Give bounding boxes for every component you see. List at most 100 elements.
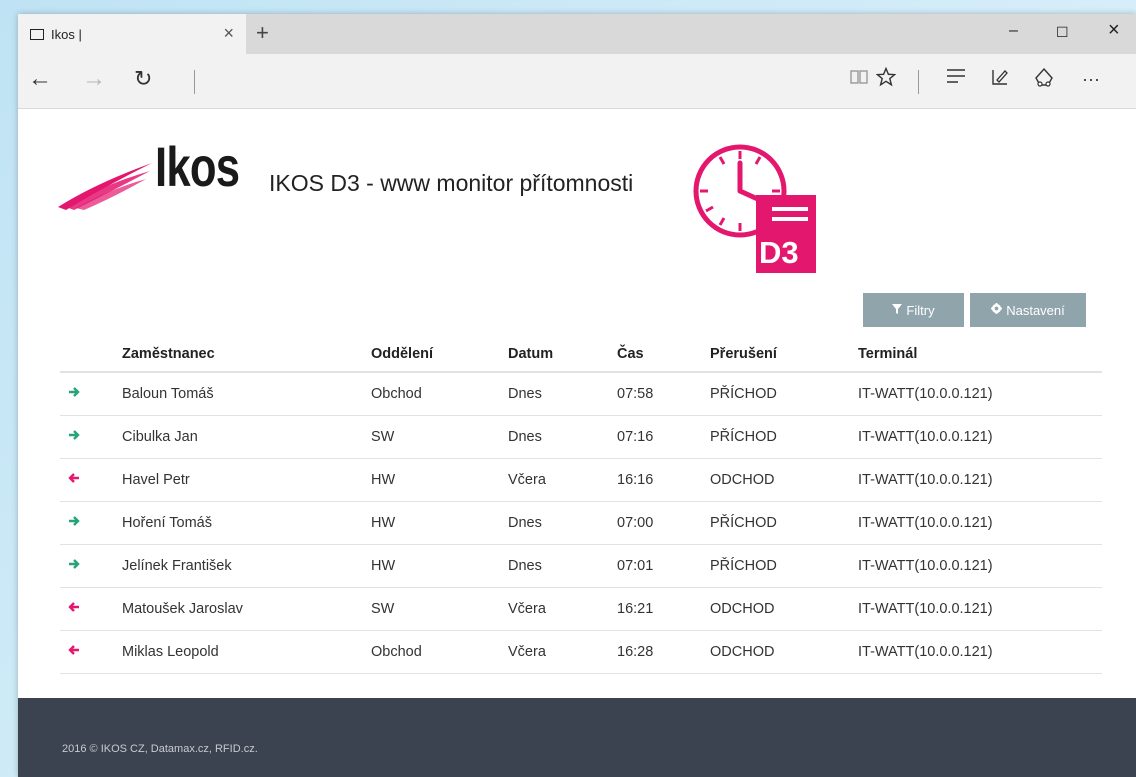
- cell-department: HW: [370, 544, 507, 588]
- cell-terminal: IT-WATT(10.0.0.121): [857, 544, 1102, 588]
- cell-department: HW: [370, 458, 507, 502]
- cell-time: 16:16: [616, 458, 709, 502]
- column-header-interruption[interactable]: Přerušení: [709, 336, 857, 373]
- table-row[interactable]: Miklas Leopold Obchod Včera 16:28 ODCHOD IT-W…: [60, 630, 1102, 674]
- tab-title: Ikos |: [51, 26, 82, 42]
- cell-date: Dnes: [507, 372, 616, 416]
- cell-date: Včera: [507, 587, 616, 631]
- filter-icon: [892, 303, 903, 317]
- maximize-icon[interactable]: ☐: [1056, 24, 1069, 41]
- table-body: Baloun Tomáš Obchod Dnes 07:58 PŘÍCHOD IT-WAT…: [60, 372, 1102, 674]
- settings-label: Nastavení: [1006, 302, 1065, 318]
- ikos-logo-text: Ikos: [155, 135, 240, 198]
- cell-time: 07:58: [616, 372, 709, 416]
- cell-interruption: ODCHOD: [709, 458, 857, 502]
- table-header-row: Zaměstnanec Oddělení Datum Čas Přerušení…: [60, 336, 1102, 373]
- minimize-icon[interactable]: –: [1009, 22, 1018, 40]
- tab-strip: Ikos | × + – ☐ ×: [18, 14, 1136, 54]
- departure-arrow-icon: [60, 458, 121, 502]
- cell-department: Obchod: [370, 372, 507, 416]
- cell-interruption: ODCHOD: [709, 630, 857, 674]
- reading-view-icon[interactable]: [850, 67, 868, 91]
- cell-employee: Miklas Leopold: [121, 630, 370, 674]
- cell-interruption: PŘÍCHOD: [709, 415, 857, 459]
- footer-copyright: 2016 © IKOS CZ, Datamax.cz, RFID.cz.: [62, 743, 258, 755]
- hub-icon[interactable]: [946, 67, 966, 91]
- cell-time: 07:00: [616, 501, 709, 545]
- table-row[interactable]: Matoušek Jaroslav SW Včera 16:21 ODCHOD IT-WA…: [60, 587, 1102, 631]
- cell-interruption: PŘÍCHOD: [709, 544, 857, 588]
- column-header-terminal[interactable]: Terminál: [857, 336, 1102, 373]
- cell-terminal: IT-WATT(10.0.0.121): [857, 501, 1102, 545]
- column-header-employee[interactable]: Zaměstnanec: [121, 336, 370, 373]
- cell-terminal: IT-WATT(10.0.0.121): [857, 415, 1102, 459]
- footer: 2016 © IKOS CZ, Datamax.cz, RFID.cz.: [18, 698, 1136, 777]
- new-tab-icon[interactable]: +: [256, 20, 269, 46]
- d3-clock-logo: D3: [686, 137, 818, 282]
- filter-label: Filtry: [906, 302, 935, 318]
- web-note-icon[interactable]: [990, 67, 1010, 93]
- table-row[interactable]: Jelínek František HW Dnes 07:01 PŘÍCHOD IT-WA…: [60, 544, 1102, 588]
- column-header-date[interactable]: Datum: [507, 336, 616, 373]
- browser-window: Ikos | × + – ☐ × ← → ↻ ··· Ikos IKOS D3 …: [18, 14, 1136, 777]
- cell-employee: Matoušek Jaroslav: [121, 587, 370, 631]
- table-row[interactable]: Baloun Tomáš Obchod Dnes 07:58 PŘÍCHOD IT-WAT…: [60, 372, 1102, 416]
- attendance-table: Zaměstnanec Oddělení Datum Čas Přerušení…: [60, 336, 1102, 674]
- departure-arrow-icon: [60, 587, 121, 631]
- share-icon[interactable]: [1034, 67, 1054, 93]
- arrival-arrow-icon: [60, 544, 121, 588]
- close-window-icon[interactable]: ×: [1108, 19, 1120, 42]
- cell-interruption: PŘÍCHOD: [709, 501, 857, 545]
- browser-tab[interactable]: Ikos | ×: [18, 14, 246, 54]
- arrival-arrow-icon: [69, 559, 80, 569]
- cell-time: 07:01: [616, 544, 709, 588]
- cell-date: Dnes: [507, 544, 616, 588]
- cell-employee: Havel Petr: [121, 458, 370, 502]
- settings-button[interactable]: Nastavení: [970, 293, 1086, 327]
- cell-employee: Hoření Tomáš: [121, 501, 370, 545]
- cell-terminal: IT-WATT(10.0.0.121): [857, 587, 1102, 631]
- cell-interruption: ODCHOD: [709, 587, 857, 631]
- cell-date: Dnes: [507, 415, 616, 459]
- cell-date: Včera: [507, 458, 616, 502]
- departure-arrow-icon: [68, 473, 79, 483]
- page-icon: [30, 28, 44, 40]
- gear-icon: [991, 303, 1003, 317]
- arrival-arrow-icon: [60, 372, 121, 416]
- refresh-icon[interactable]: ↻: [134, 66, 152, 92]
- ikos-swoosh-logo: [56, 161, 156, 216]
- departure-arrow-icon: [60, 630, 121, 674]
- direction-column-header: [60, 336, 121, 373]
- toolbar-divider: [918, 70, 919, 94]
- arrival-arrow-icon: [60, 501, 121, 545]
- arrival-arrow-icon: [69, 516, 80, 526]
- column-header-department[interactable]: Oddělení: [370, 336, 507, 373]
- favorite-star-icon[interactable]: [875, 66, 897, 93]
- arrival-arrow-icon: [60, 415, 121, 459]
- column-header-time[interactable]: Čas: [616, 336, 709, 373]
- page-title: IKOS D3 - www monitor přítomnosti: [269, 170, 634, 196]
- cell-terminal: IT-WATT(10.0.0.121): [857, 458, 1102, 502]
- departure-arrow-icon: [68, 645, 79, 655]
- forward-icon[interactable]: →: [82, 66, 106, 92]
- filter-button[interactable]: Filtry: [863, 293, 964, 327]
- cell-time: 07:16: [616, 415, 709, 459]
- departure-arrow-icon: [68, 602, 79, 612]
- table-row[interactable]: Havel Petr HW Včera 16:16 ODCHOD IT-WATT(10.0…: [60, 458, 1102, 502]
- back-icon[interactable]: ←: [28, 66, 52, 92]
- cell-time: 16:28: [616, 630, 709, 674]
- cell-interruption: PŘÍCHOD: [709, 372, 857, 416]
- table-row[interactable]: Cibulka Jan SW Dnes 07:16 PŘÍCHOD IT-WATT(10.…: [60, 415, 1102, 459]
- cell-employee: Cibulka Jan: [121, 415, 370, 459]
- d3-badge: D3: [759, 235, 799, 270]
- close-tab-icon[interactable]: ×: [223, 23, 234, 43]
- address-bar-divider: [194, 70, 195, 94]
- arrival-arrow-icon: [69, 430, 80, 440]
- more-icon[interactable]: ···: [1082, 67, 1100, 91]
- cell-terminal: IT-WATT(10.0.0.121): [857, 372, 1102, 416]
- cell-department: HW: [370, 501, 507, 545]
- navigation-bar: ← → ↻ ···: [18, 54, 1136, 109]
- table-row[interactable]: Hoření Tomáš HW Dnes 07:00 PŘÍCHOD IT-WATT(10…: [60, 501, 1102, 545]
- cell-terminal: IT-WATT(10.0.0.121): [857, 630, 1102, 674]
- cell-date: Dnes: [507, 501, 616, 545]
